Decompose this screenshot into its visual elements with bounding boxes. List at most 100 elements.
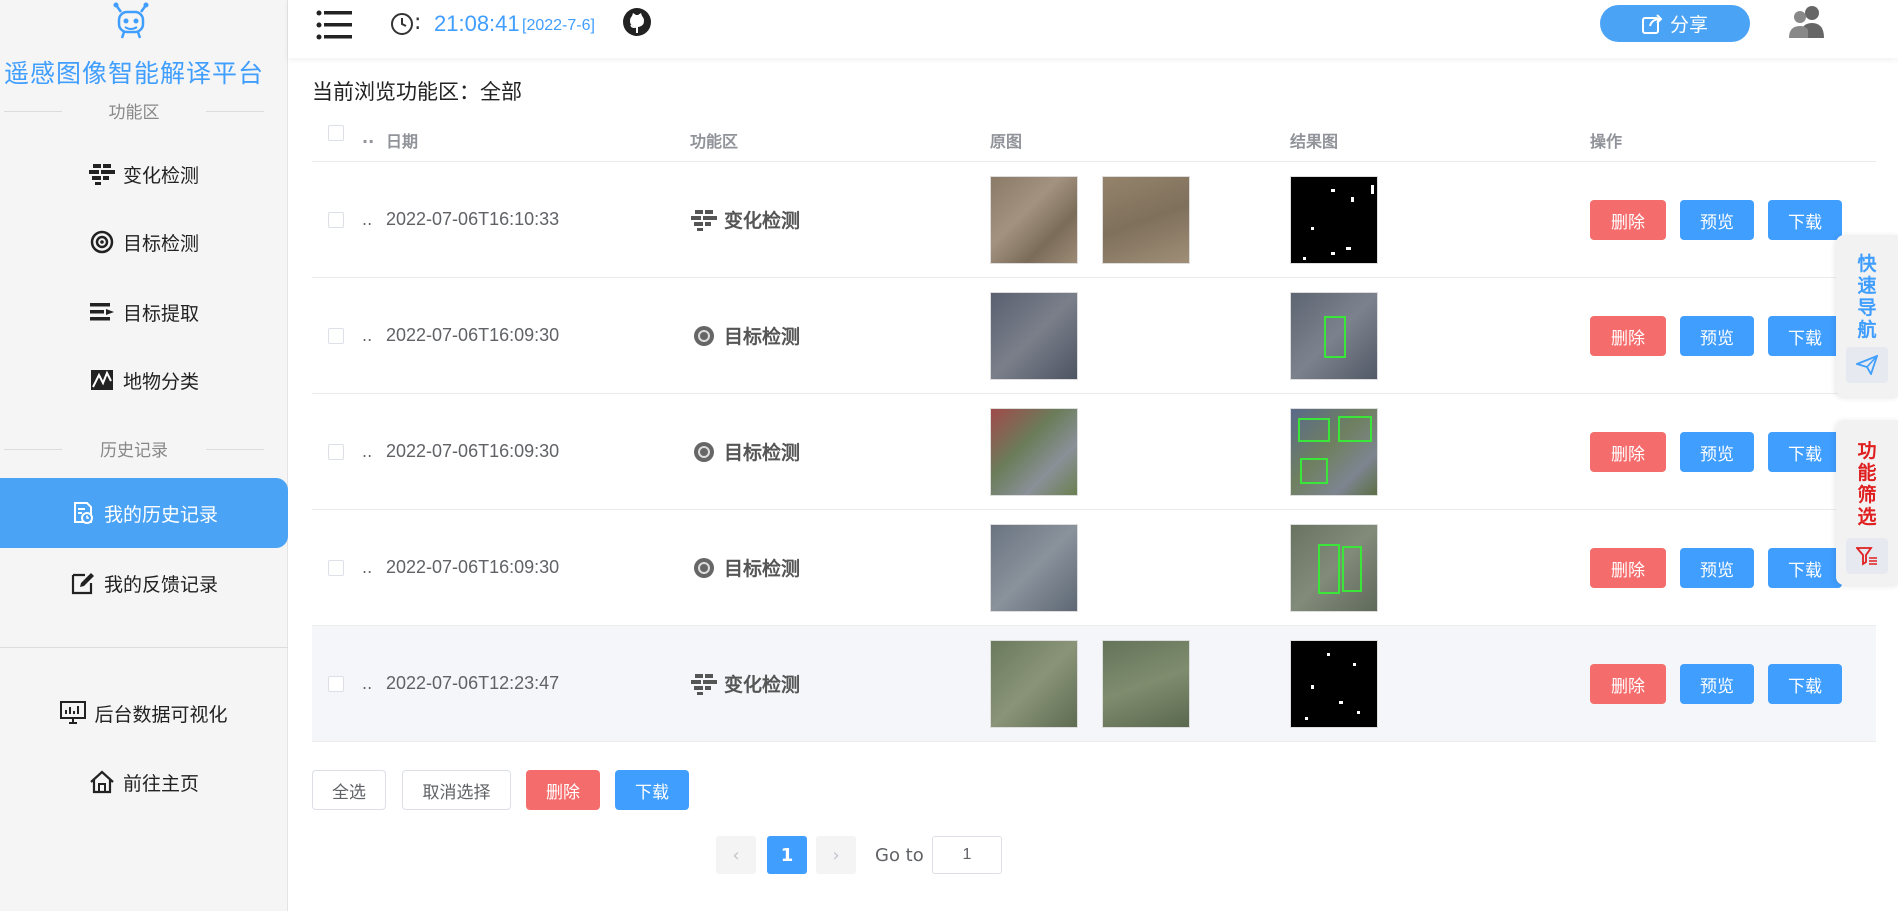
row-function-label: 变化检测 <box>724 210 801 232</box>
row-function-label: 目标检测 <box>724 326 801 348</box>
prev-page-button[interactable]: ‹ <box>716 836 756 874</box>
menu-icon[interactable] <box>316 9 352 41</box>
history-doc-icon <box>70 500 96 526</box>
row-checkbox[interactable] <box>328 328 344 344</box>
goto-page-input[interactable] <box>932 836 1002 874</box>
sidebar-item-my-feedback[interactable]: 我的反馈记录 <box>0 560 288 606</box>
row-dots: .. <box>362 326 373 345</box>
download-button[interactable]: 下载 <box>1768 316 1842 356</box>
sidebar-item-land-classification[interactable]: 地物分类 <box>0 357 288 403</box>
row-dots: .. <box>362 210 373 229</box>
filter-icon[interactable] <box>1846 538 1888 574</box>
preview-button[interactable]: 预览 <box>1680 316 1754 356</box>
filter-panel[interactable]: 功能筛选 <box>1836 420 1898 585</box>
row-date: 2022-07-06T16:09:30 <box>386 441 560 461</box>
original-thumbnail[interactable] <box>990 408 1078 496</box>
sidebar-item-my-history[interactable]: 我的历史记录 <box>0 478 288 548</box>
col-result: 结果图 <box>1290 132 1339 151</box>
table-row: .. 2022-07-06T16:09:30 目标检测 删除 预览 下载 <box>312 394 1876 510</box>
select-all-button[interactable]: 全选 <box>312 770 386 810</box>
result-thumbnail[interactable] <box>1290 292 1378 380</box>
original-thumbnail[interactable] <box>1102 640 1190 728</box>
table-row: .. 2022-07-06T16:09:30 目标检测 删除 预览 下载 <box>312 510 1876 626</box>
sidebar-item-data-visualization[interactable]: 后台数据可视化 <box>0 690 288 736</box>
page-title: 当前浏览功能区：全部 <box>312 76 522 106</box>
preview-button[interactable]: 预览 <box>1680 548 1754 588</box>
sidebar-item-target-extraction[interactable]: 目标提取 <box>0 289 288 335</box>
sidebar-item-change-detection[interactable]: 变化检测 <box>0 151 288 197</box>
result-thumbnail[interactable] <box>1290 176 1378 264</box>
quick-nav-panel[interactable]: 快速导航 <box>1836 235 1898 397</box>
bulk-delete-button[interactable]: 删除 <box>526 770 600 810</box>
land-classification-icon <box>89 367 115 393</box>
preview-button[interactable]: 预览 <box>1680 432 1754 472</box>
next-page-button[interactable]: › <box>816 836 856 874</box>
user-group-icon[interactable] <box>1786 4 1828 40</box>
row-date: 2022-07-06T16:09:30 <box>386 325 560 345</box>
send-icon[interactable] <box>1846 347 1888 383</box>
goto-label: Go to <box>875 845 924 866</box>
row-checkbox[interactable] <box>328 212 344 228</box>
download-button[interactable]: 下载 <box>1768 664 1842 704</box>
row-function: 目标检测 <box>690 438 800 465</box>
history-table: .. 日期 功能区 原图 结果图 操作 .. 2022-07-06T16:10:… <box>312 112 1876 742</box>
row-dots: .. <box>362 558 373 577</box>
sidebar-item-label: 目标检测 <box>122 232 199 255</box>
bulk-download-button[interactable]: 下载 <box>615 770 689 810</box>
page-title-value: 全部 <box>480 80 522 104</box>
result-thumbnail[interactable] <box>1290 524 1378 612</box>
delete-button[interactable]: 删除 <box>1590 548 1666 588</box>
cancel-selection-button[interactable]: 取消选择 <box>402 770 511 810</box>
table-row: .. 2022-07-06T16:09:30 目标检测 删除 预览 下载 <box>312 278 1876 394</box>
result-thumbnail[interactable] <box>1290 640 1378 728</box>
sidebar-item-label: 后台数据可视化 <box>94 703 228 726</box>
quick-nav-label: 快速导航 <box>1857 253 1877 341</box>
change-detection-icon <box>88 161 115 187</box>
row-function: 变化检测 <box>690 670 800 697</box>
share-button[interactable]: 分享 <box>1600 5 1750 42</box>
row-date: 2022-07-06T16:10:33 <box>386 209 560 229</box>
page-1-button[interactable]: 1 <box>767 836 807 874</box>
sidebar-item-label: 目标提取 <box>122 302 199 325</box>
table-row: .. 2022-07-06T12:23:47 变化检测 删除 预览 下载 <box>312 626 1876 742</box>
top-bar: : 21:08:41 [2022-7-6] 分享 <box>288 0 1898 58</box>
row-date: 2022-07-06T16:09:30 <box>386 557 560 577</box>
sidebar-item-go-home[interactable]: 前往主页 <box>0 759 288 805</box>
download-button[interactable]: 下载 <box>1768 200 1842 240</box>
original-thumbnail[interactable] <box>990 176 1078 264</box>
preview-button[interactable]: 预览 <box>1680 200 1754 240</box>
select-all-checkbox[interactable] <box>328 125 344 141</box>
table-row: .. 2022-07-06T16:10:33 变化检测 删除 预览 下载 <box>312 162 1876 278</box>
table-header: .. 日期 功能区 原图 结果图 操作 <box>312 112 1876 162</box>
original-thumbnail[interactable] <box>990 640 1078 728</box>
preview-button[interactable]: 预览 <box>1680 664 1754 704</box>
sidebar-item-label: 前往主页 <box>122 772 199 795</box>
sidebar-item-label: 变化检测 <box>122 164 199 187</box>
change-detection-icon <box>690 208 718 232</box>
section-functions: 功能区 <box>0 98 268 123</box>
original-thumbnail[interactable] <box>990 292 1078 380</box>
delete-button[interactable]: 删除 <box>1590 316 1666 356</box>
row-function: 目标检测 <box>690 322 800 349</box>
col-dots: .. <box>362 128 375 147</box>
original-thumbnail[interactable] <box>990 524 1078 612</box>
home-icon <box>89 769 115 795</box>
row-function-label: 目标检测 <box>724 558 801 580</box>
original-thumbnail[interactable] <box>1102 176 1190 264</box>
share-icon <box>1641 13 1663 34</box>
sidebar: 遥感图像智能解译平台 功能区 变化检测 目标检测 目标提取 地物分类 历史记录 … <box>0 0 288 911</box>
col-original: 原图 <box>990 132 1023 151</box>
row-checkbox[interactable] <box>328 676 344 692</box>
download-button[interactable]: 下载 <box>1768 432 1842 472</box>
download-button[interactable]: 下载 <box>1768 548 1842 588</box>
github-icon[interactable] <box>622 7 652 37</box>
row-checkbox[interactable] <box>328 444 344 460</box>
delete-button[interactable]: 删除 <box>1590 432 1666 472</box>
row-checkbox[interactable] <box>328 560 344 576</box>
delete-button[interactable]: 删除 <box>1590 664 1666 704</box>
delete-button[interactable]: 删除 <box>1590 200 1666 240</box>
sidebar-item-target-detection[interactable]: 目标检测 <box>0 219 288 265</box>
feedback-edit-icon <box>70 570 96 596</box>
clock-date: [2022-7-6] <box>522 17 595 34</box>
result-thumbnail[interactable] <box>1290 408 1378 496</box>
